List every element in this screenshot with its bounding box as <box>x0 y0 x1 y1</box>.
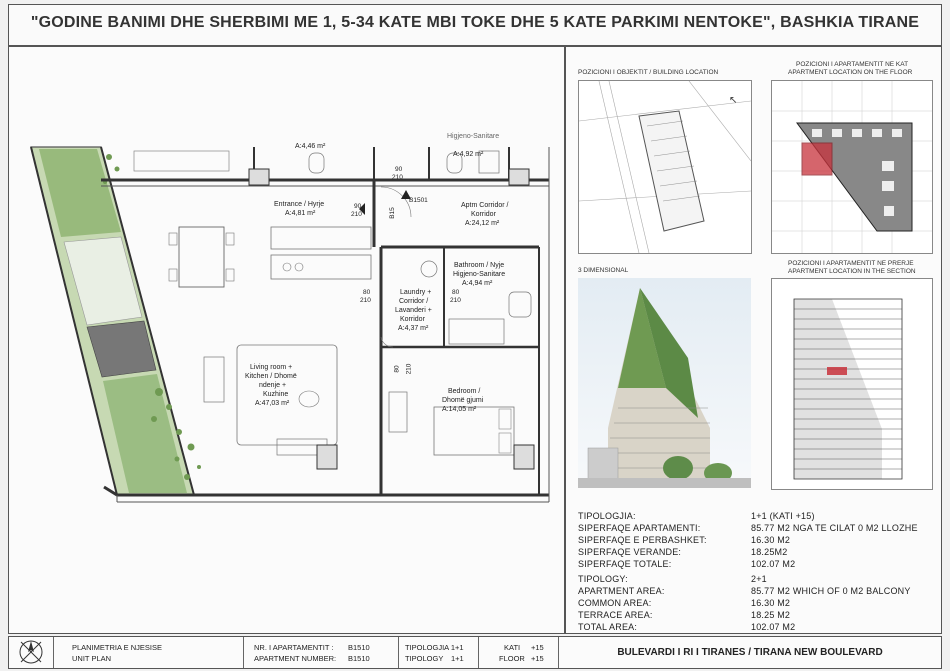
apartment-tag-vertical: B15 <box>388 207 396 219</box>
room-bed-area: A:14,05 m² <box>442 406 477 413</box>
caption-apt-section-1: POZICIONI I APARTAMENTIT NE PRERJE <box>788 260 914 267</box>
footer-floor-val: +15 <box>531 654 544 663</box>
spec-en-row-label: TERRACE AREA: <box>578 610 653 620</box>
building-location-map: ↖ <box>578 80 752 254</box>
project-title: "GODINE BANIMI DHE SHERBIMI ME 1, 5-34 K… <box>30 14 920 31</box>
dim-door-80-bed: 80 <box>393 365 401 373</box>
room-bath-label-1: Bathroom / Nyje <box>454 262 505 269</box>
room-living-label-4: Kuzhine <box>263 391 289 398</box>
footer-tipologjia: TIPOLOGJIA 1+1 <box>405 643 464 652</box>
caption-building-location: POZICIONI I OBJEKTIT / BUILDING LOCATION <box>578 69 719 76</box>
spec-en-row-value: 18.25 M2 <box>751 610 791 620</box>
room-entrance-label: Entrance / Hyrje <box>274 201 325 208</box>
spec-al-row-label: SIPERFAQE VERANDE: <box>578 547 682 557</box>
footer-apt-no-al-val: B1510 <box>348 643 370 652</box>
spec-al-row-label: SIPERFAQE APARTAMENTI: <box>578 523 701 533</box>
footer-tipology-cell: TIPOLOGJIA 1+1 TIPOLOGY 1+1 <box>399 637 479 668</box>
spec-al-row-value: 102.07 M2 <box>751 559 796 569</box>
dim-door-210-laundry: 210 <box>360 297 371 304</box>
drawing-sheet: "GODINE BANIMI DHE SHERBIMI ME 1, 5-34 K… <box>0 0 950 671</box>
footer-kati: KATI <box>504 643 521 652</box>
room-living-area: A:47,03 m² <box>255 400 290 407</box>
room-living-label-1: Living room + <box>250 364 293 371</box>
dim-door-210-top: 210 <box>392 174 403 181</box>
footer-unit-plan-al: PLANIMETRIA E NJESISE <box>72 643 163 652</box>
room-laundry-label-1: Laundry + <box>400 289 432 296</box>
footer-apt-no-al: NR. I APARTAMENTIT : <box>254 643 334 652</box>
spec-en-row-label: COMMON AREA: <box>578 598 652 608</box>
footer-bar: PLANIMETRIA E NJESISE UNIT PLAN NR. I AP… <box>8 636 942 669</box>
info-panel: POZICIONI I OBJEKTIT / BUILDING LOCATION… <box>565 46 942 634</box>
footer-apt-number-cell: NR. I APARTAMENTIT : B1510 APARTMENT NUM… <box>244 637 399 668</box>
dim-door-210-bath: 210 <box>450 297 461 304</box>
svg-text:↖: ↖ <box>729 95 737 106</box>
spec-en-row-label: APARTMENT AREA: <box>578 586 665 596</box>
footer-apt-no-en: APARTMENT NUMBER: <box>254 654 337 663</box>
footer-floor-cell: KATI +15 FLOOR +15 <box>479 637 559 668</box>
spec-al-row-label: TIPOLOGJIA: <box>578 511 636 521</box>
footer-apt-no-en-val: B1510 <box>348 654 370 663</box>
dim-door-80-laundry: 80 <box>363 289 371 296</box>
dim-door-90-top: 90 <box>395 166 403 173</box>
caption-3d: 3 DIMENSIONAL <box>578 267 629 274</box>
footer-boulevard-cell: BULEVARDI I RI I TIRANES / TIRANA NEW BO… <box>559 637 941 668</box>
room-corridor-label-2: Korridor <box>471 211 496 218</box>
apartment-tag: B1501 <box>409 197 428 204</box>
footer-tipology: TIPOLOGY <box>405 654 444 663</box>
spec-al-row-label: SIPERFAQE E PERBASHKET: <box>578 535 707 545</box>
dim-door-210-entry: 210 <box>351 211 362 218</box>
room-corridor-area: A:24,12 m² <box>465 220 500 227</box>
room-living-label-2: Kitchen / Dhomë <box>245 373 297 380</box>
title-bar: "GODINE BANIMI DHE SHERBIMI ME 1, 5-34 K… <box>8 4 942 46</box>
floor-plan-panel: A:4,46 m² Higjeno-Sanitare A:4,92 m² Ent… <box>8 46 565 634</box>
spec-en-row-label: TOTAL AREA: <box>578 622 638 632</box>
room-bed-label-2: Dhomë gjumi <box>442 397 484 404</box>
room-hygiene-top-label: Higjeno-Sanitare <box>447 133 500 140</box>
spec-al-row-value: 85.77 M2 NGA TE CILAT 0 M2 LLOZHE <box>751 523 918 533</box>
footer-tipology-val: 1+1 <box>451 654 464 663</box>
spec-al-row-value: 18.25M2 <box>751 547 788 557</box>
room-entrance-area: A:4,81 m² <box>285 210 316 217</box>
room-laundry-label-3: Lavanderi + <box>395 307 432 314</box>
caption-apt-floor-1: POZICIONI I APARTAMENTIT NE KAT <box>796 61 909 68</box>
room-laundry-area: A:4,37 m² <box>398 325 429 332</box>
footer-compass-cell <box>9 637 54 668</box>
dim-door-80-bath: 80 <box>452 289 460 296</box>
apartment-section-location <box>771 278 933 490</box>
footer-kati-val: +15 <box>531 643 544 652</box>
room-corridor-label-1: Aptm Corridor / <box>461 202 509 209</box>
room-hygiene-top-area: A:4,92 m² <box>453 151 484 158</box>
spec-en-row-value: 16.30 M2 <box>751 598 791 608</box>
caption-apt-section-2: APARTMENT LOCATION IN THE SECTION <box>788 268 916 275</box>
spec-al-row-value: 16.30 M2 <box>751 535 791 545</box>
room-living-label-3: ndenje + <box>259 382 287 389</box>
room-laundry-label-2: Corridor / <box>399 298 429 305</box>
footer-unit-plan-en: UNIT PLAN <box>72 654 112 663</box>
spec-en-row-value: 102.07 M2 <box>751 622 796 632</box>
caption-apt-floor-2: APARTMENT LOCATION ON THE FLOOR <box>788 69 913 76</box>
spec-en-row-value: 2+1 <box>751 574 767 584</box>
apartment-floor-location-map <box>771 80 933 254</box>
footer-unit-plan-cell: PLANIMETRIA E NJESISE UNIT PLAN <box>54 637 244 668</box>
room-area-top: A:4,46 m² <box>295 143 326 150</box>
footer-boulevard: BULEVARDI I RI I TIRANES / TIRANA NEW BO… <box>617 647 883 658</box>
building-3d-render <box>578 278 751 488</box>
compass-icon <box>19 640 43 664</box>
room-laundry-label-4: Korridor <box>400 316 425 323</box>
spec-en-row-value: 85.77 M2 WHICH OF 0 M2 BALCONY <box>751 586 911 596</box>
room-bath-label-2: Higjeno-Sanitare <box>453 271 506 278</box>
dim-door-90-entry: 90 <box>354 203 362 210</box>
dim-door-210-bed: 210 <box>405 363 413 375</box>
spec-al-row-label: SIPERFAQE TOTALE: <box>578 559 672 569</box>
spec-en-row-label: TIPOLOGY: <box>578 574 628 584</box>
room-bed-label-1: Bedroom / <box>448 388 481 395</box>
spec-al-row-value: 1+1 (KATI +15) <box>751 511 815 521</box>
room-bath-area: A:4,94 m² <box>462 280 493 287</box>
footer-floor: FLOOR <box>499 654 525 663</box>
